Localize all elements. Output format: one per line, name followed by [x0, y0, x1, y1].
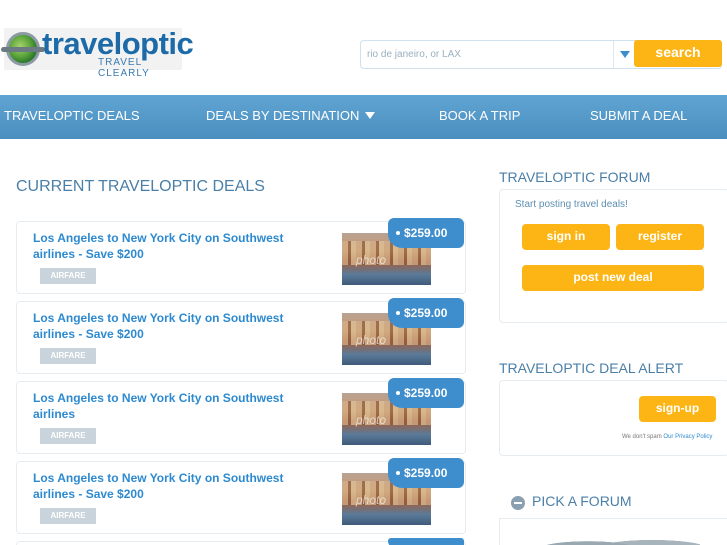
forum-title: TRAVELOPTIC FORUM: [499, 169, 651, 185]
nav-item-label: DEALS BY DESTINATION: [206, 108, 360, 123]
nav-item-traveloptic-deals[interactable]: TRAVELOPTIC DEALS: [4, 95, 140, 139]
sign-up-button[interactable]: sign-up: [639, 396, 716, 422]
world-map[interactable]: [499, 518, 727, 545]
price-badge: $259.00: [388, 298, 464, 328]
privacy-prefix: We don't spam: [622, 434, 662, 440]
search-box: search: [360, 40, 722, 69]
sign-in-button[interactable]: sign in: [522, 224, 610, 250]
deal-title-link[interactable]: Los Angeles to New York City on Southwes…: [33, 390, 285, 422]
image-watermark: photo: [356, 333, 387, 347]
header: traveloptic TRAVEL CLEARLY search: [0, 0, 727, 95]
email-field[interactable]: [510, 395, 640, 422]
category-tag[interactable]: AIRFARE: [40, 268, 96, 284]
category-tag[interactable]: AIRFARE: [40, 428, 96, 444]
nav-item-deals-by-destination[interactable]: DEALS BY DESTINATION: [206, 95, 376, 139]
price-badge: [388, 538, 464, 545]
image-watermark: photo: [356, 253, 387, 267]
logo-tagline: TRAVEL CLEARLY: [98, 57, 150, 79]
search-input[interactable]: [361, 41, 613, 68]
deal-title-link[interactable]: Los Angeles to New York City on Southwes…: [33, 470, 285, 502]
page-title: CURRENT TRAVELOPTIC DEALS: [16, 178, 265, 195]
nav-item-book-a-trip[interactable]: BOOK A TRIP: [439, 95, 520, 139]
caret-down-icon: [365, 112, 376, 119]
category-tag[interactable]: AIRFARE: [40, 348, 96, 364]
image-watermark: photo: [356, 493, 387, 507]
price-badge: $259.00: [388, 378, 464, 408]
price-badge: $259.00: [388, 458, 464, 488]
price-badge: $259.00: [388, 218, 464, 248]
nav-item-submit-a-deal[interactable]: SUBMIT A DEAL: [590, 95, 687, 139]
privacy-policy-link[interactable]: Our Privacy Policy: [663, 434, 712, 440]
search-button[interactable]: search: [634, 40, 722, 67]
search-dropdown-chevron-icon[interactable]: [613, 41, 635, 68]
traveloptic-logo[interactable]: traveloptic TRAVEL CLEARLY: [1, 26, 194, 79]
forum-globe-icon: [511, 496, 525, 510]
privacy-note: We don't spam Our Privacy Policy: [622, 434, 712, 440]
globe-logo-icon: [1, 32, 45, 66]
deal-title-link[interactable]: Los Angeles to New York City on Southwes…: [33, 310, 285, 342]
deal-alert-title: TRAVELOPTIC DEAL ALERT: [499, 360, 684, 376]
category-tag[interactable]: AIRFARE: [40, 508, 96, 524]
deal-title-link[interactable]: Los Angeles to New York City on Southwes…: [33, 230, 285, 262]
post-new-deal-button[interactable]: post new deal: [522, 265, 704, 291]
image-watermark: photo: [356, 413, 387, 427]
register-button[interactable]: register: [616, 224, 704, 250]
forum-text: Start posting travel deals!: [515, 199, 628, 210]
main-nav: TRAVELOPTIC DEALS DEALS BY DESTINATION B…: [0, 95, 727, 139]
pick-forum-title: PICK A FORUM: [532, 493, 632, 509]
